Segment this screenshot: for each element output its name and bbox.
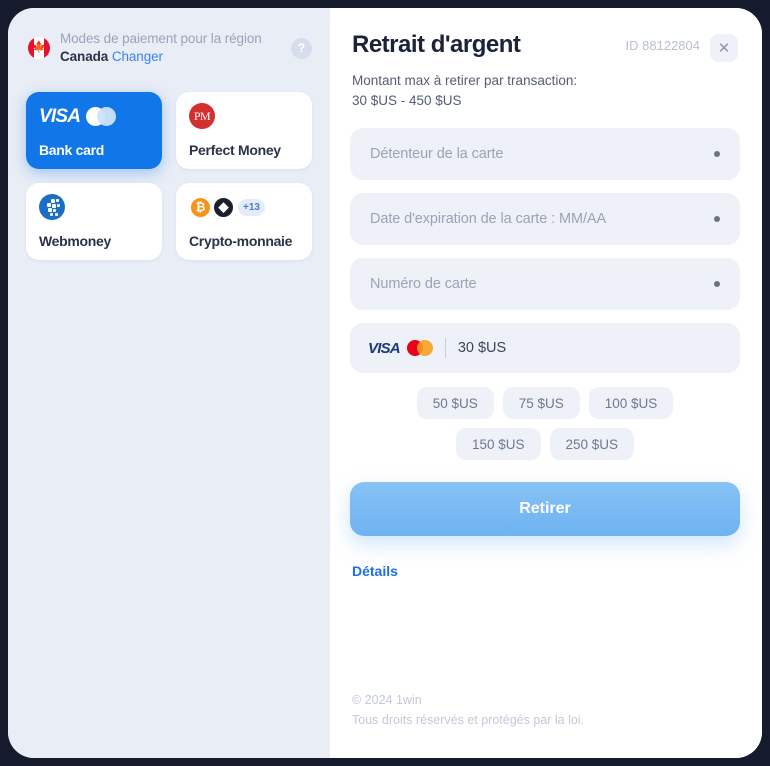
- details-link[interactable]: Détails: [350, 563, 398, 579]
- method-card-perfect-money[interactable]: PM Perfect Money: [176, 92, 312, 170]
- page-title: Retrait d'argent: [352, 31, 521, 58]
- visa-logo-icon: VISA: [368, 339, 401, 357]
- card-holder-field[interactable]: Détenteur de la carte: [350, 128, 740, 181]
- method-card-bank-card[interactable]: VISA Bank card: [26, 92, 162, 170]
- bitcoin-icon: ₿: [189, 195, 212, 219]
- card-expiry-placeholder: Date d'expiration de la carte : MM/AA: [370, 211, 607, 228]
- method-label-webmoney: Webmoney: [39, 233, 112, 250]
- ethereum-icon: ◆: [212, 195, 235, 219]
- help-question-icon[interactable]: ?: [291, 37, 312, 59]
- card-number-placeholder: Numéro de carte: [370, 276, 477, 293]
- quick-amount-250[interactable]: 250 $US: [549, 428, 635, 461]
- quick-amount-150[interactable]: 150 $US: [455, 428, 541, 461]
- footer: © 2024 1win Tous droits réservés et prot…: [350, 690, 740, 758]
- quick-amount-75[interactable]: 75 $US: [502, 387, 580, 420]
- region-subtitle: Modes de paiement pour la région: [60, 31, 262, 46]
- perfect-money-logo-icon: PM: [189, 103, 215, 130]
- limit-line-2: 30 $US - 450 $US: [352, 92, 462, 108]
- withdrawal-panel: Retrait d'argent ID 88122804 ✕ Montant m…: [330, 8, 762, 758]
- quick-amount-chips: 50 $US 75 $US 100 $US 150 $US 250 $US: [350, 387, 740, 461]
- panel-header: Retrait d'argent ID 88122804 ✕: [350, 30, 740, 62]
- app-root: 🍁 Modes de paiement pour la région Canad…: [0, 0, 770, 766]
- quick-amount-100[interactable]: 100 $US: [588, 387, 674, 420]
- perfect-money-logos: PM: [189, 103, 299, 130]
- footer-rights: Tous droits réservés et protégés par la …: [352, 713, 585, 727]
- amount-field[interactable]: VISA 30 $US: [350, 323, 740, 374]
- card-holder-status-dot: [714, 151, 720, 158]
- visa-logo-icon: VISA: [39, 105, 81, 127]
- amount-value: 30 $US: [457, 340, 507, 357]
- region-header: 🍁 Modes de paiement pour la région Canad…: [26, 30, 312, 66]
- card-expiry-status-dot: [714, 216, 720, 223]
- amount-card-logos: VISA: [368, 339, 433, 357]
- crypto-more-badge: +13: [236, 196, 267, 218]
- bank-card-logos: VISA: [39, 103, 149, 129]
- canada-flag-icon: 🍁: [28, 37, 50, 60]
- withdraw-button[interactable]: Retirer: [350, 482, 740, 537]
- method-card-webmoney[interactable]: Webmoney: [26, 183, 162, 261]
- payment-modal: 🍁 Modes de paiement pour la région Canad…: [8, 8, 762, 758]
- card-form: Détenteur de la carte Date d'expiration …: [350, 128, 740, 311]
- webmoney-logo-icon: [39, 194, 65, 221]
- card-holder-placeholder: Détenteur de la carte: [370, 146, 504, 163]
- footer-copyright: © 2024 1win: [352, 693, 422, 707]
- region-country-row: Canada Changer: [60, 48, 281, 66]
- card-number-field[interactable]: Numéro de carte: [350, 258, 740, 311]
- amount-divider: [444, 338, 446, 359]
- card-expiry-field[interactable]: Date d'expiration de la carte : MM/AA: [350, 193, 740, 246]
- webmoney-logos: [39, 194, 149, 221]
- mastercard-logo-icon: [406, 340, 433, 357]
- limit-line-1: Montant max à retirer par transaction:: [352, 73, 578, 88]
- limit-info: Montant max à retirer par transaction: 3…: [352, 71, 738, 110]
- mastercard-logo-icon: [86, 106, 117, 126]
- method-label-crypto: Crypto-monnaie: [189, 233, 293, 250]
- method-label-perfect-money: Perfect Money: [189, 142, 281, 159]
- payment-methods-grid: VISA Bank card PM Perfect Money Webmoney…: [26, 92, 312, 261]
- region-country: Canada: [60, 49, 109, 65]
- method-card-crypto[interactable]: ₿ ◆ +13 Crypto-monnaie: [176, 183, 312, 261]
- region-change-link[interactable]: Changer: [112, 49, 163, 64]
- method-label-bank-card: Bank card: [39, 142, 104, 159]
- close-icon[interactable]: ✕: [710, 34, 738, 62]
- transaction-id: ID 88122804: [625, 38, 700, 53]
- payment-methods-panel: 🍁 Modes de paiement pour la région Canad…: [8, 8, 330, 758]
- region-text: Modes de paiement pour la région Canada …: [60, 30, 281, 66]
- card-number-status-dot: [714, 281, 720, 288]
- quick-amount-50[interactable]: 50 $US: [416, 387, 494, 420]
- crypto-logos: ₿ ◆ +13: [189, 194, 299, 220]
